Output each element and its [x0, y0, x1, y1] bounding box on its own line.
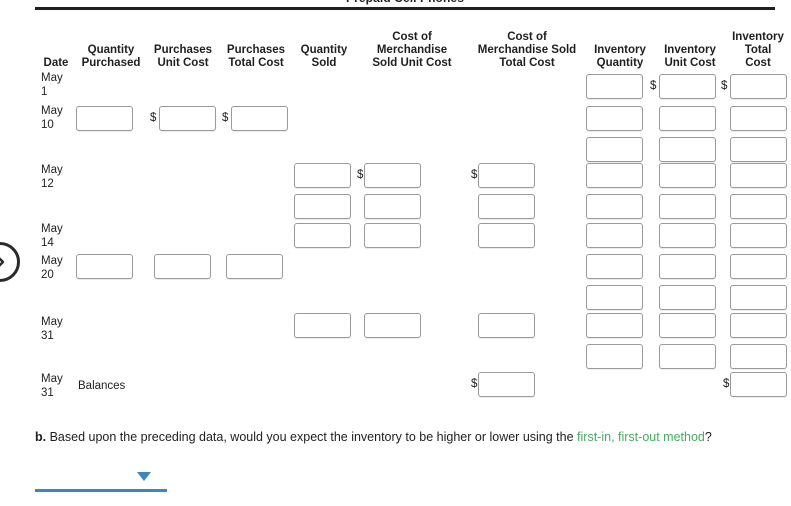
field-purchases-total-cost-may10[interactable]	[231, 106, 288, 131]
row-date-may-20: May 20	[41, 255, 63, 281]
field-inventory-total-cost-may10[interactable]	[730, 106, 787, 131]
field-inventory-quantity-may12[interactable]	[586, 163, 643, 188]
row-date-may-12: May 12	[41, 164, 63, 190]
field-purchases-unit-cost-may10[interactable]	[159, 106, 216, 131]
row-date-may-31-balances: May 31	[41, 373, 63, 399]
field-inventory-unit-cost-may20-layer2[interactable]	[659, 285, 716, 310]
field-inventory-quantity-may10-layer2[interactable]	[586, 137, 643, 162]
inventory-ledger-grid: May 1 May 10 May 12 May 14 May 20 May 31 May 31…	[0, 0, 791, 410]
chevron-right-icon	[0, 254, 8, 270]
field-inventory-quantity-may14[interactable]	[586, 223, 643, 248]
field-inventory-unit-cost-may31-layer2[interactable]	[659, 344, 716, 369]
field-inventory-total-cost-may12-layer2[interactable]	[730, 194, 787, 219]
dollar-sign: $	[721, 80, 728, 92]
field-inventory-quantity-may31-layer2[interactable]	[586, 344, 643, 369]
field-inventory-total-cost-may20-layer2[interactable]	[730, 285, 787, 310]
field-inventory-unit-cost-may20[interactable]	[659, 254, 716, 279]
field-cogs-unit-cost-may12-layer2[interactable]	[364, 194, 421, 219]
field-quantity-sold-may12-layer2[interactable]	[294, 194, 351, 219]
field-purchases-unit-cost-may20[interactable]	[154, 254, 211, 279]
field-quantity-sold-may12[interactable]	[294, 163, 351, 188]
row-date-may-14: May 14	[41, 223, 63, 249]
field-inventory-quantity-may20[interactable]	[586, 254, 643, 279]
part-b-text-after: ?	[704, 430, 712, 444]
field-quantity-sold-may14[interactable]	[294, 223, 351, 248]
dollar-sign: $	[357, 169, 364, 181]
field-cogs-total-cost-may31[interactable]	[478, 313, 535, 338]
dollar-sign: $	[222, 112, 229, 124]
field-inventory-quantity-may20-layer2[interactable]	[586, 285, 643, 310]
part-b-marker: b.	[35, 430, 47, 444]
field-cogs-total-cost-may12[interactable]	[478, 163, 535, 188]
row-date-may-10: May 10	[41, 105, 63, 131]
field-purchases-total-cost-may20[interactable]	[226, 254, 283, 279]
dollar-sign: $	[471, 169, 478, 181]
field-inventory-total-cost-may10-layer2[interactable]	[730, 137, 787, 162]
field-quantity-sold-may31[interactable]	[294, 313, 351, 338]
field-cogs-unit-cost-may12[interactable]	[364, 163, 421, 188]
field-quantity-purchased-may20[interactable]	[76, 254, 133, 279]
field-cogs-unit-cost-may14[interactable]	[364, 223, 421, 248]
balances-label: Balances	[78, 380, 126, 392]
field-inventory-unit-cost-may31[interactable]	[659, 313, 716, 338]
field-cogs-total-cost-may12-layer2[interactable]	[478, 194, 535, 219]
question-part-b: b. Based upon the preceding data, would …	[35, 427, 755, 448]
glossary-link-fifo[interactable]: first-in, first-out method	[577, 430, 705, 444]
field-inventory-quantity-may10[interactable]	[586, 106, 643, 131]
field-inventory-total-cost-may1[interactable]	[730, 74, 787, 99]
field-inventory-unit-cost-may1[interactable]	[659, 74, 716, 99]
field-cogs-total-cost-balance[interactable]	[478, 372, 535, 397]
part-b-text: Based upon the preceding data, would you…	[49, 430, 574, 444]
field-inventory-total-cost-may31[interactable]	[730, 313, 787, 338]
field-inventory-total-cost-balance[interactable]	[730, 372, 787, 397]
field-quantity-purchased-may10[interactable]	[76, 106, 133, 131]
field-inventory-unit-cost-may14[interactable]	[659, 223, 716, 248]
field-inventory-unit-cost-may10-layer2[interactable]	[659, 137, 716, 162]
dollar-sign: $	[723, 378, 730, 390]
row-date-may-31: May 31	[41, 316, 63, 342]
field-inventory-total-cost-may20[interactable]	[730, 254, 787, 279]
field-inventory-unit-cost-may12-layer2[interactable]	[659, 194, 716, 219]
field-inventory-quantity-may12-layer2[interactable]	[586, 194, 643, 219]
field-inventory-unit-cost-may12[interactable]	[659, 163, 716, 188]
field-cogs-unit-cost-may31[interactable]	[364, 313, 421, 338]
field-inventory-total-cost-may31-layer2[interactable]	[730, 344, 787, 369]
dollar-sign: $	[650, 80, 657, 92]
answer-dropdown-wrapper: higherlower	[35, 470, 167, 496]
dollar-sign: $	[471, 378, 478, 390]
field-inventory-total-cost-may14[interactable]	[730, 223, 787, 248]
row-date-may-1: May 1	[41, 72, 63, 98]
field-inventory-unit-cost-may10[interactable]	[659, 106, 716, 131]
field-cogs-total-cost-may14[interactable]	[478, 223, 535, 248]
field-inventory-quantity-may1[interactable]	[586, 74, 643, 99]
field-inventory-total-cost-may12[interactable]	[730, 163, 787, 188]
field-inventory-quantity-may31[interactable]	[586, 313, 643, 338]
dollar-sign: $	[150, 112, 157, 124]
answer-select-higher-lower[interactable]: higherlower	[35, 470, 167, 492]
